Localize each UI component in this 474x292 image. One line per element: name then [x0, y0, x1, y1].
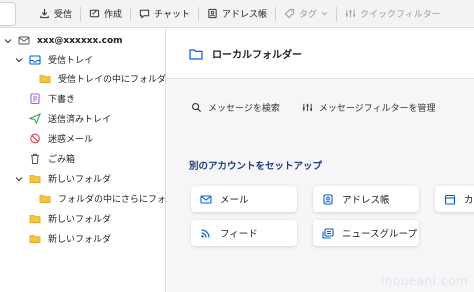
quick-filter-button[interactable]: クイックフィルター: [340, 4, 446, 24]
folder-trash[interactable]: ごみ箱: [0, 149, 166, 168]
address-book-label: アドレス帳: [221, 10, 267, 20]
toolbar-separator: [80, 6, 82, 21]
tag-icon: [284, 8, 295, 19]
folder-label: 受信トレイの中にフォルダ: [58, 75, 167, 85]
account-label: xxx@xxxxxx.com: [37, 35, 123, 46]
setup-feed-button[interactable]: フィード: [191, 220, 297, 246]
folder-label: ごみ箱: [48, 155, 76, 165]
setup-newsgroup-button[interactable]: ニュースグループ: [313, 220, 419, 246]
folder-sent[interactable]: 送信済みトレイ: [0, 109, 166, 128]
setup-account-heading: 別のアカウントをセットアップ: [189, 161, 323, 172]
address-book-icon: [323, 193, 333, 205]
rss-feed-icon: [201, 228, 210, 238]
address-book-icon: [208, 8, 217, 19]
folder-inbox[interactable]: 受信トレイ: [0, 50, 166, 69]
folder-outline-icon: [189, 48, 203, 60]
filter-icon: [345, 9, 356, 18]
card-label: フィード: [220, 229, 258, 240]
folder-icon: [39, 75, 51, 84]
folder-new-2[interactable]: 新しいフォルダ: [0, 209, 166, 228]
setup-address-book-button[interactable]: アドレス帳: [313, 186, 419, 212]
folder-pane-toggle[interactable]: [0, 2, 16, 26]
tag-label: タグ: [298, 10, 317, 20]
card-label: メール: [220, 195, 249, 206]
inbox-icon: [29, 55, 41, 65]
write-label: 作成: [104, 10, 123, 20]
search-messages-label: メッセージを検索: [208, 104, 280, 114]
card-label: ニュースグループ: [342, 229, 417, 240]
drafts-icon: [30, 93, 40, 104]
card-label: カ: [464, 195, 474, 206]
watermark-text: inoueani.com: [380, 274, 468, 288]
folder-nested[interactable]: フォルダの中にさらにフォルダ: [0, 189, 184, 208]
card-label: アドレス帳: [342, 195, 390, 206]
newsgroup-icon: [322, 227, 334, 239]
folder-icon: [29, 235, 41, 244]
manage-filters-link[interactable]: メッセージフィルターを管理: [302, 101, 436, 114]
folder-label: フォルダの中にさらにフォルダ: [58, 195, 184, 205]
calendar-icon: [444, 194, 456, 205]
folder-label: 新しいフォルダ: [48, 235, 112, 245]
folder-label: 受信トレイ: [48, 56, 94, 66]
page-title: ローカルフォルダー: [212, 50, 302, 61]
folder-inbox-sub[interactable]: 受信トレイの中にフォルダ: [0, 69, 166, 88]
folder-icon: [29, 175, 41, 184]
chat-label: チャット: [154, 10, 190, 20]
setup-mail-button[interactable]: メール: [191, 186, 297, 212]
toolbar-separator: [335, 6, 337, 21]
search-icon: [192, 103, 202, 113]
chevron-down-icon[interactable]: [15, 175, 23, 183]
toolbar-separator: [130, 6, 132, 21]
tag-button[interactable]: タグ: [279, 4, 333, 24]
filter-icon: [302, 103, 312, 112]
chevron-down-icon[interactable]: [15, 56, 23, 64]
toolbar-separator: [197, 6, 199, 21]
mail-icon: [200, 194, 212, 204]
folder-junk[interactable]: 迷惑メール: [0, 129, 166, 148]
chevron-down-icon[interactable]: [4, 37, 12, 45]
account-row[interactable]: xxx@xxxxxx.com: [0, 31, 166, 50]
folder-label: 新しいフォルダ: [48, 215, 112, 225]
download-icon: [40, 8, 49, 19]
chat-bubble-icon: [139, 9, 150, 19]
folder-new-3[interactable]: 新しいフォルダ: [0, 229, 166, 248]
quick-filter-label: クイックフィルター: [359, 10, 441, 20]
write-button[interactable]: 作成: [84, 4, 127, 24]
main-toolbar: 受信 作成 チャット アドレス帳 タグ クイックフィルター: [0, 0, 474, 28]
thunderbird-window: 受信 作成 チャット アドレス帳 タグ クイックフィルター xxx@xxxxxx…: [0, 0, 474, 292]
junk-icon: [30, 133, 40, 144]
toolbar-separator: [274, 6, 276, 21]
setup-calendar-button[interactable]: カ: [435, 186, 474, 212]
chat-button[interactable]: チャット: [134, 4, 195, 24]
folder-label: 送信済みトレイ: [48, 115, 112, 125]
trash-icon: [31, 153, 39, 164]
folder-label: 新しいフォルダ: [48, 175, 112, 185]
address-book-button[interactable]: アドレス帳: [202, 4, 272, 24]
account-actions: メッセージを検索 メッセージフィルターを管理: [191, 101, 435, 114]
folder-drafts[interactable]: 下書き: [0, 89, 166, 108]
folder-label: 下書き: [48, 95, 76, 105]
pencil-icon: [89, 9, 100, 18]
send-icon: [29, 113, 41, 124]
folder-icon: [29, 215, 41, 224]
search-messages-link[interactable]: メッセージを検索: [191, 101, 280, 114]
get-messages-button[interactable]: 受信: [34, 4, 77, 24]
chevron-down-icon: [321, 12, 328, 16]
folder-icon: [39, 195, 51, 204]
folder-new-1[interactable]: 新しいフォルダ: [0, 169, 166, 188]
account-central: ローカルフォルダー メッセージを検索 メッセージフィルターを管理 別のアカウント…: [167, 29, 474, 292]
folder-pane: xxx@xxxxxx.com 受信トレイ 受信トレイの中にフォルダ 下書き 送信…: [0, 29, 184, 292]
folder-label: 迷惑メール: [48, 135, 94, 145]
get-messages-label: 受信: [54, 10, 73, 20]
account-header: ローカルフォルダー: [167, 29, 474, 79]
manage-filters-label: メッセージフィルターを管理: [318, 104, 436, 114]
local-folders-icon: [18, 36, 30, 45]
